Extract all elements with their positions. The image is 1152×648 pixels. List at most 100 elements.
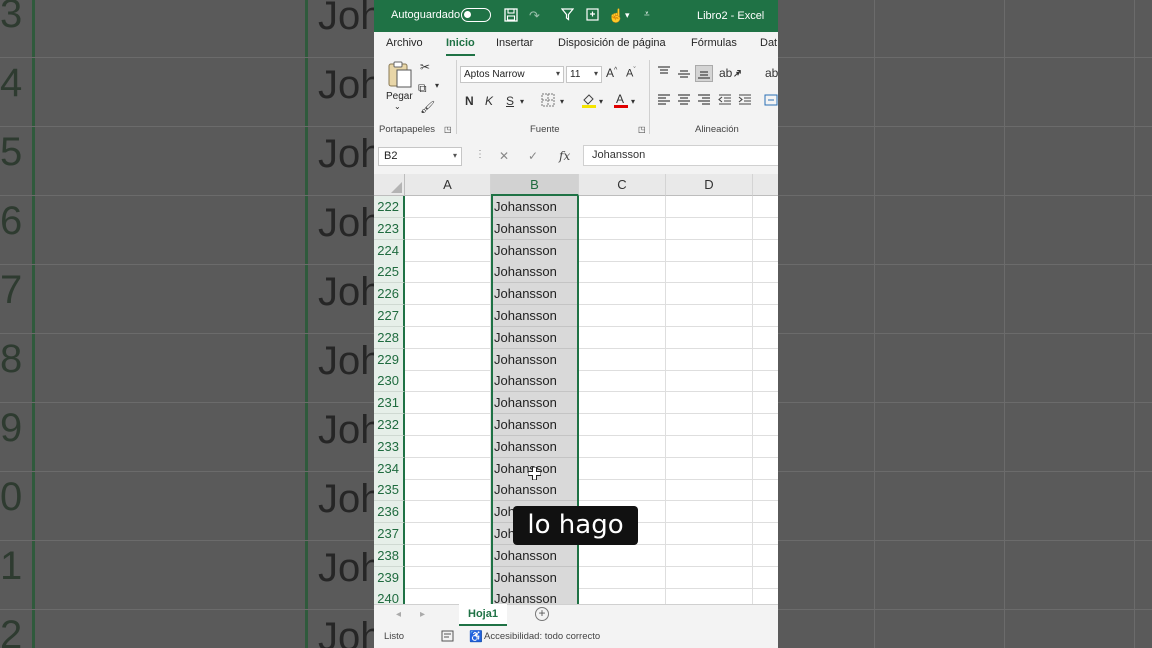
more-options-icon[interactable]: ⋮ <box>475 149 485 160</box>
align-center-icon[interactable] <box>677 94 691 109</box>
paste-icon[interactable] <box>387 60 413 93</box>
cell-d[interactable] <box>666 435 753 458</box>
cell-c[interactable] <box>579 392 666 415</box>
cell-a[interactable] <box>405 239 491 262</box>
row-header[interactable]: 230 <box>374 370 405 393</box>
cell-b[interactable]: Johansson <box>491 566 579 589</box>
cell-c[interactable] <box>579 479 666 502</box>
row-header[interactable]: 223 <box>374 217 405 240</box>
row-header[interactable]: 238 <box>374 544 405 567</box>
cell-e[interactable] <box>753 261 778 284</box>
cell-e[interactable] <box>753 523 778 545</box>
cell-c[interactable] <box>579 261 666 284</box>
tab-insertar[interactable]: Insertar <box>496 37 533 49</box>
cell-a[interactable] <box>405 435 491 458</box>
cell-c[interactable] <box>579 196 666 218</box>
cell-b[interactable]: Johansson <box>491 348 579 371</box>
column-header-b[interactable]: B <box>491 174 579 196</box>
cell-d[interactable] <box>666 370 753 393</box>
font-name-select[interactable]: Aptos Narrow ▾ <box>460 66 564 83</box>
cell-d[interactable] <box>666 501 753 524</box>
cell-e[interactable] <box>753 479 778 502</box>
fill-color-icon[interactable] <box>581 92 597 111</box>
align-top-icon[interactable] <box>657 66 671 81</box>
row-header[interactable]: 240 <box>374 588 405 604</box>
cell-c[interactable] <box>579 217 666 240</box>
cell-e[interactable] <box>753 349 778 371</box>
chevron-down-icon[interactable]: ▾ <box>435 81 439 90</box>
cell-b[interactable]: Johansson <box>491 544 579 567</box>
formula-input[interactable]: Johansson <box>583 145 778 166</box>
touch-mode-icon[interactable]: ☝ <box>608 8 624 24</box>
italic-button[interactable]: K <box>485 94 493 108</box>
cell-c[interactable] <box>579 239 666 262</box>
cell-c[interactable] <box>579 457 666 480</box>
cancel-icon[interactable]: ✕ <box>499 149 509 163</box>
autosave-toggle[interactable] <box>461 8 491 22</box>
underline-button[interactable]: S <box>506 94 514 108</box>
cell-b[interactable]: Johansson <box>491 326 579 349</box>
cell-c[interactable] <box>579 566 666 589</box>
tab-archivo[interactable]: Archivo <box>386 37 423 49</box>
cell-a[interactable] <box>405 305 491 327</box>
cell-d[interactable] <box>666 457 753 480</box>
cell-e[interactable] <box>753 196 778 218</box>
cell-c[interactable] <box>579 588 666 604</box>
next-sheet-icon[interactable]: ▸ <box>420 609 425 620</box>
chevron-down-icon[interactable]: ▾ <box>520 97 524 106</box>
accessibility-icon[interactable]: ♿ <box>469 630 483 643</box>
column-header-c[interactable]: C <box>579 174 666 196</box>
row-header[interactable]: 229 <box>374 348 405 371</box>
form-icon[interactable] <box>586 8 599 24</box>
row-header[interactable]: 225 <box>374 261 405 284</box>
cell-a[interactable] <box>405 523 491 545</box>
cell-b[interactable]: Johansson <box>491 217 579 240</box>
chevron-down-icon[interactable]: ▾ <box>631 97 635 106</box>
row-header[interactable]: 233 <box>374 435 405 458</box>
customize-toolbar-icon[interactable]: ⩡ <box>644 9 650 20</box>
cell-a[interactable] <box>405 370 491 393</box>
cell-d[interactable] <box>666 326 753 349</box>
filter-icon[interactable] <box>560 8 575 24</box>
cell-c[interactable] <box>579 370 666 393</box>
cell-a[interactable] <box>405 414 491 436</box>
cell-c[interactable] <box>579 435 666 458</box>
chevron-down-icon[interactable]: ⌄ <box>394 102 401 111</box>
accessibility-status[interactable]: Accesibilidad: todo correcto <box>484 631 600 642</box>
cell-d[interactable] <box>666 392 753 415</box>
cell-e[interactable] <box>753 436 778 458</box>
save-icon[interactable] <box>504 8 518 25</box>
select-all-button[interactable] <box>374 174 405 196</box>
cell-b[interactable]: Johansson <box>491 196 579 218</box>
cell-d[interactable] <box>666 479 753 502</box>
cell-a[interactable] <box>405 217 491 240</box>
row-header[interactable]: 228 <box>374 326 405 349</box>
row-header[interactable]: 231 <box>374 392 405 415</box>
cell-a[interactable] <box>405 479 491 502</box>
dialog-launcher-icon[interactable]: ◳ <box>444 125 452 134</box>
align-middle-icon[interactable] <box>677 68 691 83</box>
cell-d[interactable] <box>666 283 753 306</box>
cell-e[interactable] <box>753 588 778 604</box>
chevron-down-icon[interactable]: ▾ <box>625 10 630 21</box>
tab-disposicion[interactable]: Disposición de página <box>558 37 666 49</box>
copy-icon[interactable]: ⧉ <box>418 81 427 96</box>
cell-d[interactable] <box>666 217 753 240</box>
cell-d[interactable] <box>666 348 753 371</box>
cell-c[interactable] <box>579 326 666 349</box>
enter-icon[interactable]: ✓ <box>528 149 538 163</box>
font-color-icon[interactable]: A <box>614 92 628 111</box>
tab-datos[interactable]: Dat <box>760 37 777 49</box>
cell-e[interactable] <box>753 283 778 306</box>
cell-a[interactable] <box>405 544 491 567</box>
tab-formulas[interactable]: Fórmulas <box>691 37 737 49</box>
cell-c[interactable] <box>579 414 666 436</box>
row-header[interactable]: 236 <box>374 501 405 524</box>
macro-record-icon[interactable] <box>441 630 454 645</box>
cell-e[interactable] <box>753 327 778 349</box>
column-header-d[interactable]: D <box>666 174 753 196</box>
chevron-down-icon[interactable]: ▾ <box>599 97 603 106</box>
wrap-text-icon[interactable]: ab <box>765 66 778 80</box>
cell-a[interactable] <box>405 326 491 349</box>
cell-e[interactable] <box>753 567 778 589</box>
